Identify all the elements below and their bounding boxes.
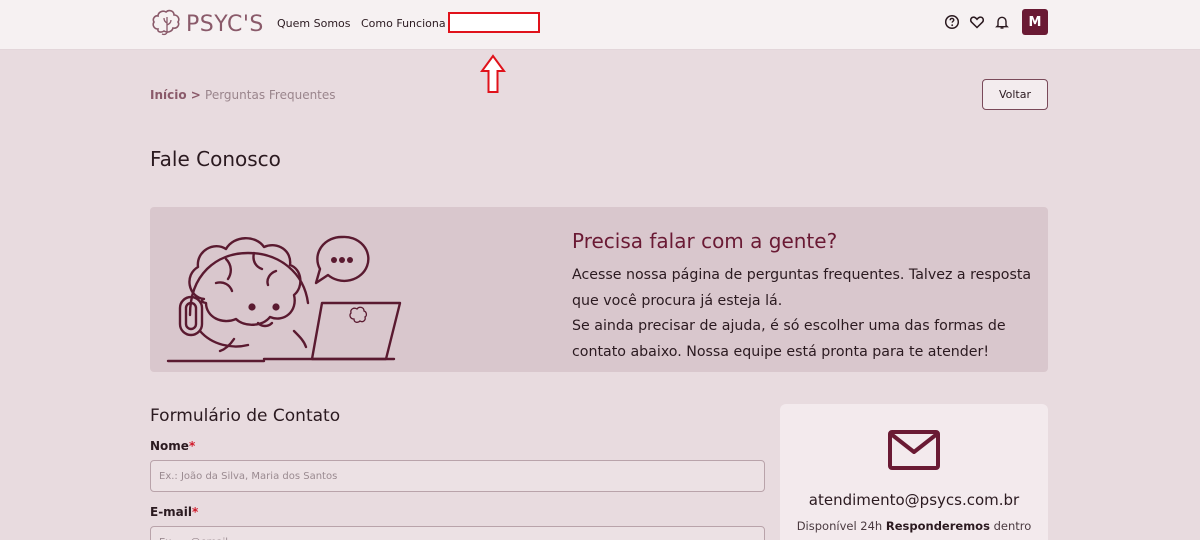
mail-icon: [888, 430, 940, 470]
logo-text: PSYC'S: [186, 11, 264, 37]
logo[interactable]: PSYC'S: [150, 7, 264, 41]
breadcrumb-home[interactable]: Início: [150, 88, 187, 102]
banner-text-line2: Se ainda precisar de ajuda, é só escolhe…: [572, 318, 1006, 360]
email-contact-card: atendimento@psycs.com.br Disponível 24h …: [780, 404, 1048, 540]
email-label-text: E-mail: [150, 505, 193, 519]
heart-icon[interactable]: [969, 14, 985, 30]
contact-email-address[interactable]: atendimento@psycs.com.br: [780, 491, 1048, 509]
banner-text: Acesse nossa página de perguntas frequen…: [572, 263, 1042, 365]
availability-bold: Responderemos: [885, 519, 990, 533]
required-mark: *: [188, 439, 196, 453]
banner-heading: Precisa falar com a gente?: [572, 229, 838, 253]
form-title: Formulário de Contato: [150, 406, 341, 426]
banner-text-line1: Acesse nossa página de perguntas frequen…: [572, 267, 1032, 309]
required-mark: *: [192, 505, 199, 519]
annotation-highlight-box: [448, 12, 540, 33]
user-avatar[interactable]: M: [1022, 9, 1048, 35]
top-navbar: PSYC'S Quem Somos Como Funciona M: [0, 0, 1200, 50]
brain-logo-icon: [152, 9, 180, 36]
annotation-up-arrow-icon: [480, 54, 506, 93]
back-button[interactable]: Voltar: [982, 79, 1048, 110]
nav-link-quem-somos[interactable]: Quem Somos: [277, 17, 351, 30]
header-actions: M: [944, 9, 1048, 35]
name-label: Nome*: [150, 439, 195, 453]
help-banner: Precisa falar com a gente? Acesse nossa …: [150, 207, 1048, 372]
breadcrumb-separator: >: [186, 88, 206, 102]
nav-link-como-funciona[interactable]: Como Funciona: [361, 17, 446, 30]
bell-icon[interactable]: [994, 14, 1010, 30]
support-brain-illustration: [166, 235, 402, 363]
name-input[interactable]: [150, 460, 765, 492]
help-circle-icon[interactable]: [944, 14, 960, 30]
availability-suffix: dentro: [989, 519, 1032, 533]
email-input[interactable]: [150, 526, 765, 540]
name-label-text: Nome: [150, 439, 189, 453]
availability-prefix: Disponível 24h: [796, 519, 886, 533]
breadcrumb-current: Perguntas Frequentes: [205, 88, 336, 102]
breadcrumb: Início > Perguntas Frequentes: [150, 88, 336, 102]
contact-availability: Disponível 24h Responderemos dentro: [780, 519, 1048, 533]
email-label: E-mail*: [150, 505, 198, 519]
page-title: Fale Conosco: [150, 147, 281, 171]
